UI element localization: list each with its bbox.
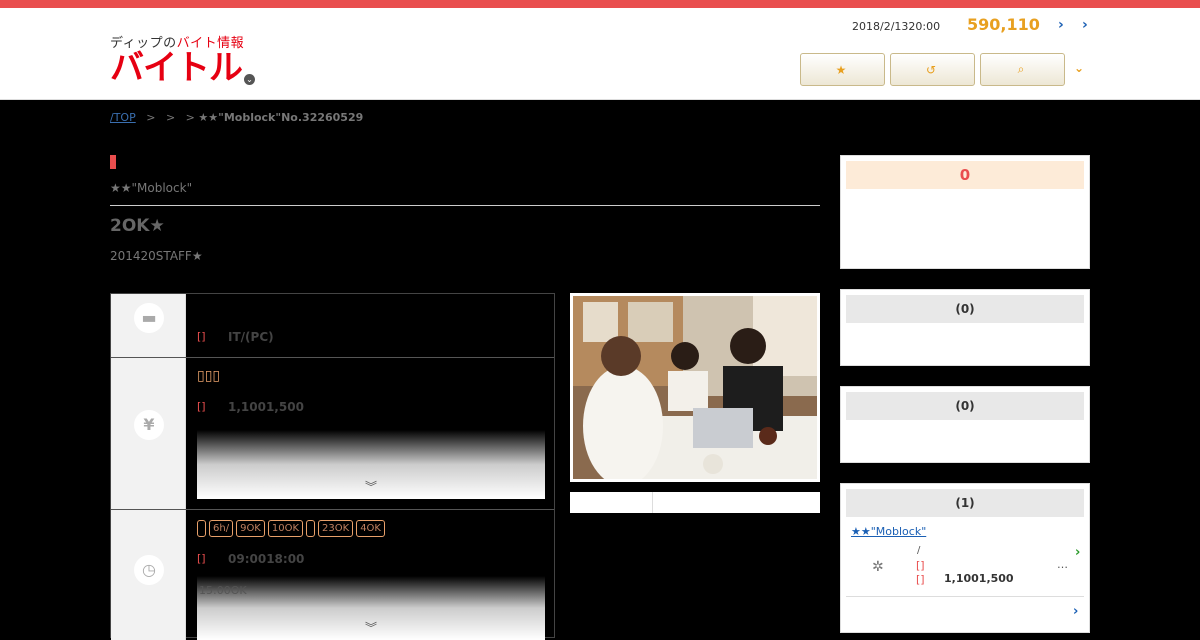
expand-icon[interactable]: ︾ <box>197 619 545 636</box>
breadcrumb-top-link[interactable]: /TOP <box>110 111 136 124</box>
breadcrumb-current: ★★"Moblock"No.32260529 <box>198 111 364 124</box>
company-name: ★★"Moblock" <box>110 181 193 195</box>
clock-icon: ◷ <box>134 555 164 585</box>
entry-box: 0 <box>840 155 1090 269</box>
chevron-right-icon[interactable]: › <box>1075 545 1080 560</box>
site-header: ディップのバイト情報 バイトル ⌄ 2018/2/1320:00 590,110… <box>0 8 1200 100</box>
occupation-value: IT/(PC) <box>228 330 274 344</box>
job-title: 2OK★ <box>110 216 165 236</box>
search-button[interactable]: ⌕ <box>980 53 1065 86</box>
divider <box>110 205 820 206</box>
job-count: 590,110 <box>967 15 1040 34</box>
salary-value: 1,1001,500 <box>228 400 304 414</box>
recommended-job-link[interactable]: ★★"Moblock" <box>851 525 926 538</box>
update-date: 2018/2/1320:00 <box>852 20 941 33</box>
star-icon: ★ <box>835 62 847 77</box>
briefcase-icon: ▬ <box>134 303 164 333</box>
chevron-down-icon[interactable]: ⌄ <box>244 74 255 85</box>
office-scene-image <box>573 296 817 479</box>
recommended-salary: 1,1001,500 <box>944 572 1014 585</box>
job-subtitle: 201420STAFF★ <box>110 249 203 263</box>
hours-value: 09:0018:00 <box>228 552 305 566</box>
salary-more-panel[interactable]: ︾ <box>197 430 545 499</box>
top-accent-bar <box>0 0 1200 8</box>
chevron-right-icon[interactable]: › <box>1058 17 1064 33</box>
yen-icon: ¥ <box>134 410 164 440</box>
hours-more-panel[interactable]: 15:00OK ︾ <box>197 576 545 640</box>
breadcrumb: /TOP > > > ★★"Moblock"No.32260529 <box>110 111 364 124</box>
salary-row: ¥ ▯▯▯ [] 1,1001,500 ︾ <box>111 358 554 510</box>
workplace-photo[interactable] <box>570 293 820 482</box>
favorites-button[interactable]: ★ <box>800 53 885 86</box>
sidebar-box-2: (0) <box>840 289 1090 366</box>
chevron-right-icon[interactable]: › <box>1082 17 1088 33</box>
chevron-right-icon[interactable]: › <box>1073 604 1078 619</box>
entry-count: 0 <box>846 161 1084 189</box>
chevron-down-icon[interactable]: ⌄ <box>1074 61 1084 75</box>
sidebar-box-3: (0) <box>840 386 1090 463</box>
loading-spinner-icon: ✲ <box>872 559 884 575</box>
recommended-jobs-box: (1) ★★"Moblock" ✲ / [] [] 1,1001,500 … ›… <box>840 483 1090 633</box>
salary-tags: ▯▯▯ <box>197 368 221 384</box>
hours-row: ◷ 6h/ 9OK 10OK 23OK 4OK [] 09:0018:00 15… <box>111 510 554 640</box>
history-icon: ↺ <box>925 62 937 77</box>
expand-icon[interactable]: ︾ <box>197 478 545 495</box>
history-button[interactable]: ↺ <box>890 53 975 86</box>
occupation-row: ▬ [] IT/(PC) <box>111 294 554 358</box>
job-details-table: ▬ [] IT/(PC) ¥ ▯▯▯ [] 1,1001,500 ︾ ◷ 6h/… <box>110 293 555 640</box>
site-logo[interactable]: バイトル <box>110 48 243 88</box>
search-icon: ⌕ <box>1017 62 1025 76</box>
section-marker <box>110 155 116 169</box>
hours-badges: 6h/ 9OK 10OK 23OK 4OK <box>197 520 385 537</box>
photo-thumbnails[interactable] <box>570 492 820 513</box>
